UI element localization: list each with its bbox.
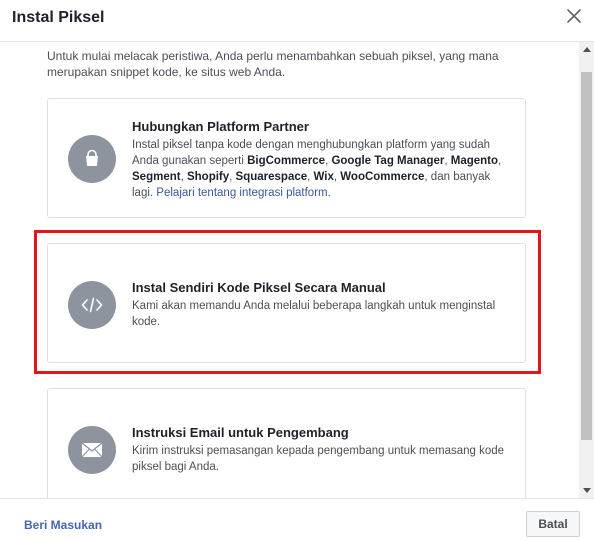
give-feedback-link[interactable]: Beri Masukan xyxy=(24,518,102,532)
dialog-header: Instal Piksel xyxy=(0,0,594,42)
option-email-developer[interactable]: Instruksi Email untuk Pengembang Kirim i… xyxy=(47,388,526,498)
dialog-body[interactable]: Untuk mulai melacak peristiwa, Anda perl… xyxy=(0,42,594,498)
scrollbar-thumb[interactable] xyxy=(581,72,592,440)
option-description: Kami akan memandu Anda melalui beberapa … xyxy=(132,300,496,328)
option-title: Instal Sendiri Kode Piksel Secara Manual xyxy=(132,280,386,295)
option-title: Hubungkan Platform Partner xyxy=(132,119,309,134)
vertical-scrollbar[interactable] xyxy=(579,42,594,498)
option-title: Instruksi Email untuk Pengembang xyxy=(132,425,349,440)
cancel-button[interactable]: Batal xyxy=(526,511,580,537)
code-icon xyxy=(68,281,116,329)
envelope-icon xyxy=(68,426,116,474)
option-manual-install[interactable]: Instal Sendiri Kode Piksel Secara Manual… xyxy=(47,243,526,363)
dialog-footer: Beri Masukan Batal xyxy=(0,498,594,541)
shopping-bag-icon xyxy=(68,135,116,183)
dialog-title: Instal Piksel xyxy=(12,9,105,26)
option-description: Instal piksel tanpa kode dengan menghubu… xyxy=(132,139,502,199)
option-description: Kirim instruksi pemasangan kepada pengem… xyxy=(132,445,505,473)
learn-platform-integration-link[interactable]: Pelajari tentang integrasi platform. xyxy=(156,187,331,199)
scroll-up-icon[interactable] xyxy=(579,42,594,57)
option-partner-platform[interactable]: Hubungkan Platform Partner Instal piksel… xyxy=(47,98,526,218)
scroll-down-icon[interactable] xyxy=(579,483,594,498)
close-icon[interactable] xyxy=(566,8,582,24)
intro-text: Untuk mulai melacak peristiwa, Anda perl… xyxy=(47,49,499,79)
install-pixel-dialog: Instal Piksel Untuk mulai melacak perist… xyxy=(0,0,594,541)
